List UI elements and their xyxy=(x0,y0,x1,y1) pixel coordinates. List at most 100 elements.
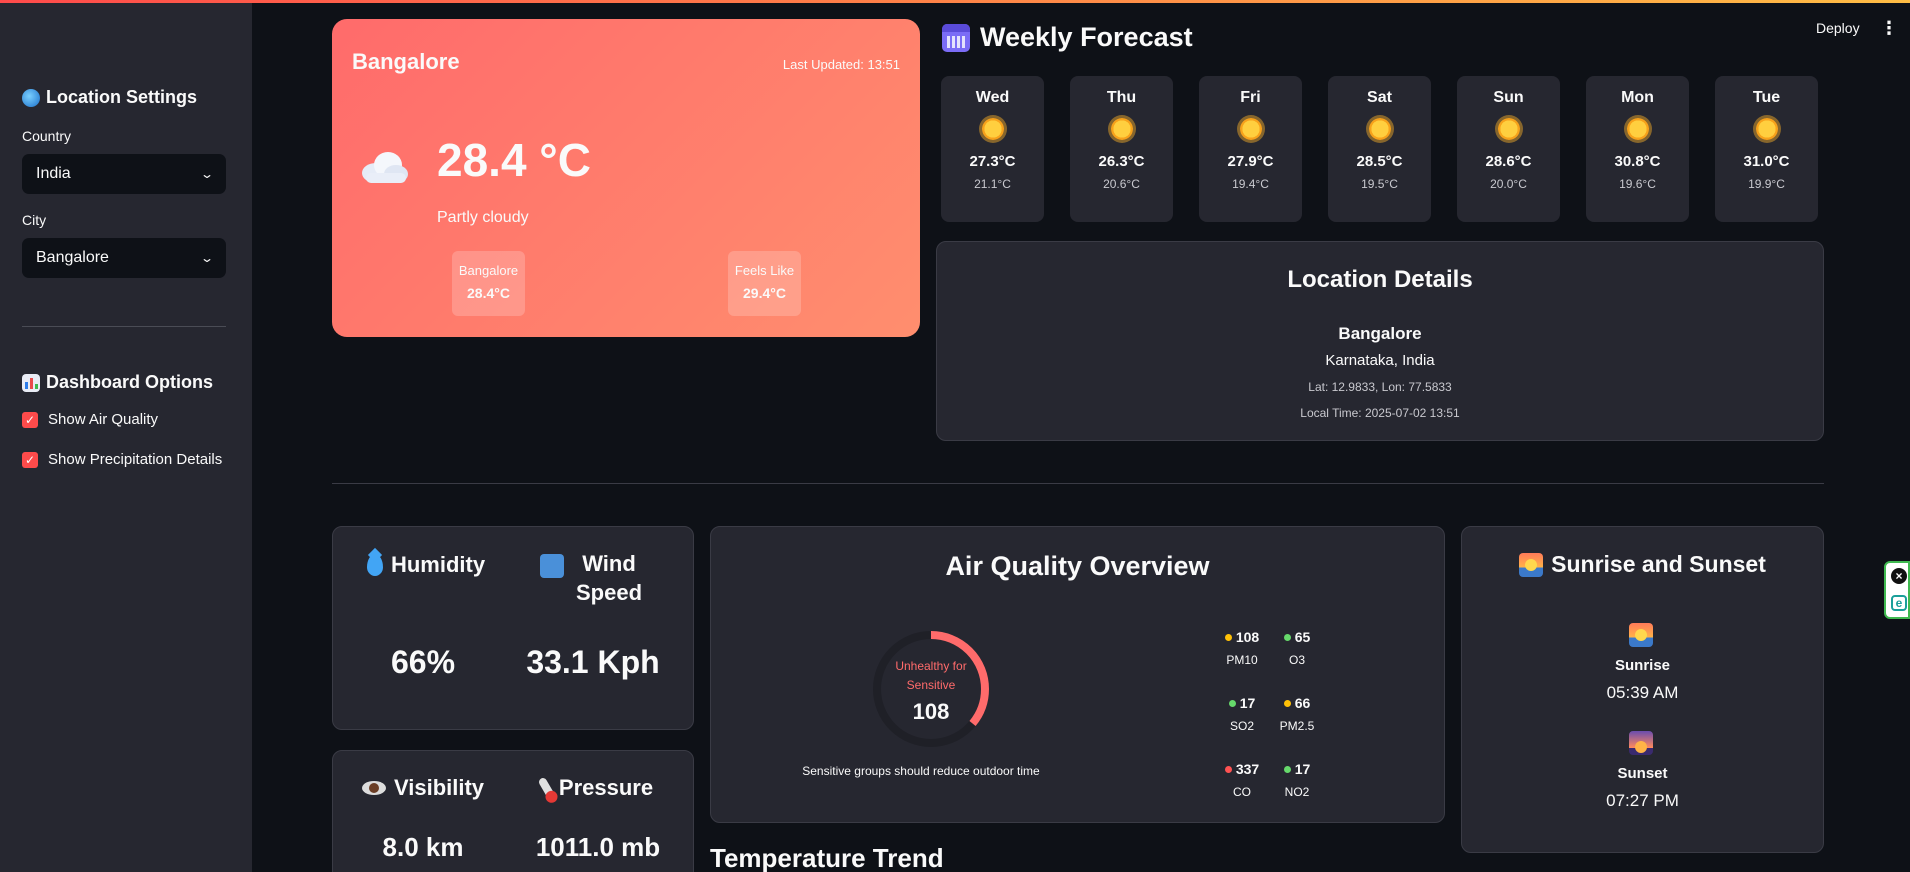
globe-icon xyxy=(22,88,40,107)
pollutant-name: O3 xyxy=(1288,653,1305,667)
location-settings-heading: Location Settings xyxy=(22,87,197,108)
location-coordinates: Lat: 12.9833, Lon: 77.5833 xyxy=(1308,380,1452,394)
sunset-time: 07:27 PM xyxy=(1606,791,1679,810)
dashboard-options-heading: Dashboard Options xyxy=(22,372,213,393)
water-drop-icon xyxy=(366,554,383,576)
pollutant-name: NO2 xyxy=(1284,785,1310,799)
sun-icon xyxy=(1497,118,1520,140)
wind-icon xyxy=(540,554,564,578)
current-temperature: 28.4 °C xyxy=(437,134,591,186)
city-select[interactable]: Bangalore ⌄ xyxy=(22,238,226,278)
forecast-day-name: Thu xyxy=(1106,89,1137,106)
sun-icon xyxy=(1368,118,1391,140)
forecast-day-card: Fri 27.9°C 19.4°C xyxy=(1199,76,1302,222)
badge-value: 29.4°C xyxy=(743,285,786,301)
extension-widget[interactable]: × e xyxy=(1884,561,1910,619)
show-air-quality-checkbox[interactable]: ✓ Show Air Quality xyxy=(22,411,158,428)
section-divider xyxy=(332,483,1824,484)
forecast-low: 19.4°C xyxy=(1232,177,1269,191)
sun-icon xyxy=(1110,118,1133,140)
eye-icon xyxy=(361,781,386,795)
forecast-day-card: Thu 26.3°C 20.6°C xyxy=(1070,76,1173,222)
bar-chart-icon xyxy=(22,373,40,392)
forecast-low: 19.5°C xyxy=(1361,177,1398,191)
sunrise-sunset-card: Sunrise and Sunset Sunrise 05:39 AM Suns… xyxy=(1461,526,1824,853)
city-select-value: Bangalore xyxy=(36,249,109,266)
pollutant-name: SO2 xyxy=(1229,719,1254,733)
country-label: Country xyxy=(22,128,72,144)
pollutant-pm25: 66 PM2.5 xyxy=(1274,695,1320,733)
forecast-day-card: Wed 27.3°C 21.1°C xyxy=(941,76,1044,222)
current-temp-badge: Bangalore 28.4°C xyxy=(452,251,525,316)
sunset-label: Sunset xyxy=(1617,765,1668,782)
visibility-pressure-card: Visibility Pressure 8.0 km 1011.0 mb xyxy=(332,750,694,872)
forecast-high: 27.9°C xyxy=(1227,153,1274,170)
calendar-icon xyxy=(942,23,970,52)
location-details-card: Location Details Bangalore Karnataka, In… xyxy=(936,241,1824,441)
status-dot xyxy=(1224,765,1232,773)
forecast-day-card: Tue 31.0°C 19.9°C xyxy=(1715,76,1818,222)
last-updated: Last Updated: 13:51 xyxy=(782,57,900,72)
location-details-title: Location Details xyxy=(1287,266,1473,293)
sidebar: Location Settings Country India ⌄ City B… xyxy=(0,3,252,872)
forecast-high: 31.0°C xyxy=(1743,153,1790,170)
forecast-low: 20.0°C xyxy=(1490,177,1527,191)
cloud-icon xyxy=(362,152,408,183)
aqi-value: 108 xyxy=(912,699,950,724)
badge-label: Feels Like xyxy=(734,263,795,278)
sun-icon xyxy=(981,118,1004,140)
deploy-button[interactable]: Deploy xyxy=(1816,20,1860,36)
wind-speed-value: 33.1 Kph xyxy=(526,644,660,680)
thermometer-icon xyxy=(537,776,557,802)
location-city: Bangalore xyxy=(1338,324,1422,343)
current-city: Bangalore xyxy=(352,49,460,74)
forecast-low: 19.6°C xyxy=(1619,177,1656,191)
chevron-down-icon: ⌄ xyxy=(199,167,215,181)
sunrise-label: Sunrise xyxy=(1614,657,1671,674)
checkbox-label: Show Air Quality xyxy=(48,411,159,428)
show-precipitation-checkbox[interactable]: ✓ Show Precipitation Details xyxy=(22,451,222,468)
forecast-high: 27.3°C xyxy=(969,153,1016,170)
checkbox-label: Show Precipitation Details xyxy=(48,451,223,468)
pressure-value: 1011.0 mb xyxy=(535,832,661,862)
checkbox-checked-icon: ✓ xyxy=(22,451,38,468)
aqi-status: Unhealthy for Sensitive xyxy=(895,659,967,692)
humidity-wind-card: Humidity Wind Speed 66% 33.1 Kph xyxy=(332,526,694,730)
pollutant-value: 17 xyxy=(1239,695,1256,711)
aqi-advice: Sensitive groups should reduce outdoor t… xyxy=(802,764,1040,778)
status-dot xyxy=(1283,699,1291,707)
sunrise-icon xyxy=(1519,552,1544,577)
app-top-accent-bar xyxy=(0,0,1910,3)
temperature-trend-heading: Temperature Trend xyxy=(710,843,944,872)
sunrise-sunset-title: Sunrise and Sunset xyxy=(1551,551,1766,577)
sunrise-time: 05:39 AM xyxy=(1606,683,1679,702)
checkbox-checked-icon: ✓ xyxy=(22,411,38,428)
forecast-low: 19.9°C xyxy=(1748,177,1785,191)
pollutant-value: 65 xyxy=(1294,629,1311,645)
extension-icon[interactable]: e xyxy=(1891,595,1907,611)
close-icon[interactable]: × xyxy=(1891,568,1907,584)
forecast-low: 20.6°C xyxy=(1103,177,1140,191)
wind-label: Wind Speed xyxy=(575,551,643,605)
forecast-day-name: Sun xyxy=(1493,89,1524,106)
pollutant-co: 337 CO xyxy=(1219,761,1265,799)
sunset-icon xyxy=(1629,731,1653,755)
forecast-day-card: Sun 28.6°C 20.0°C xyxy=(1457,76,1560,222)
forecast-high: 28.6°C xyxy=(1485,153,1532,170)
country-select-value: India xyxy=(36,165,71,182)
pressure-heading: Pressure xyxy=(513,775,683,802)
location-region: Karnataka, India xyxy=(1325,352,1435,369)
pollutant-value: 108 xyxy=(1235,629,1260,645)
forecast-day-name: Sat xyxy=(1367,89,1392,106)
pollutant-o3: 65 O3 xyxy=(1274,629,1320,667)
location-local-time: Local Time: 2025-07-02 13:51 xyxy=(1300,406,1460,420)
pollutant-name: CO xyxy=(1233,785,1251,799)
status-dot xyxy=(1228,699,1236,707)
forecast-day-name: Mon xyxy=(1621,89,1654,106)
main-menu-icon[interactable]: ⋮ xyxy=(1880,18,1898,39)
sidebar-divider xyxy=(22,326,226,327)
humidity-value: 66% xyxy=(390,644,456,680)
pollutant-so2: 17 SO2 xyxy=(1219,695,1265,733)
pollutant-pm10: 108 PM10 xyxy=(1219,629,1265,667)
country-select[interactable]: India ⌄ xyxy=(22,154,226,194)
